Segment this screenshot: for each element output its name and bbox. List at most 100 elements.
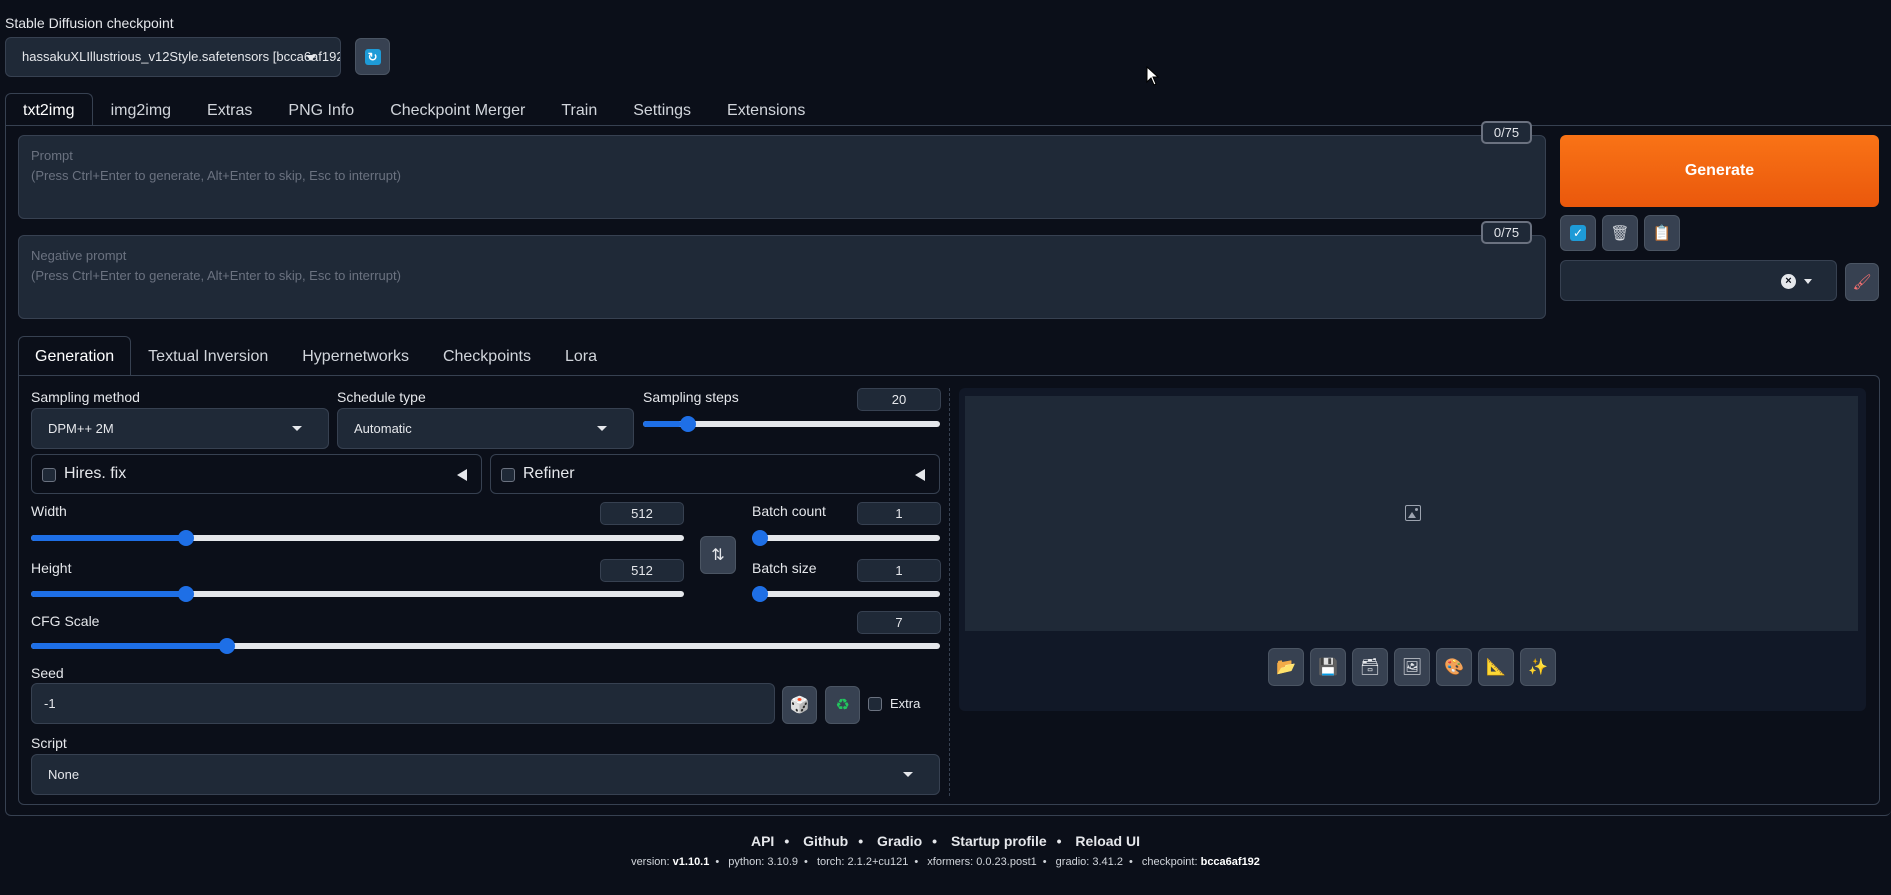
extra-networks-tabs: Generation Textual Inversion Hypernetwor… <box>18 336 614 376</box>
slider-handle[interactable] <box>752 530 768 546</box>
tab-checkpoint-merger[interactable]: Checkpoint Merger <box>372 93 543 126</box>
clear-prompt-button[interactable]: 🗑 <box>1602 215 1638 251</box>
width-number[interactable]: 512 <box>600 502 684 525</box>
ruler-icon: 📐 <box>1486 659 1506 676</box>
tab-extensions[interactable]: Extensions <box>709 93 823 126</box>
tab-settings[interactable]: Settings <box>615 93 709 126</box>
refiner-checkbox[interactable] <box>501 468 515 482</box>
sampling-method-select[interactable]: DPM++ 2M <box>31 408 329 449</box>
schedule-type-select[interactable]: Automatic <box>337 408 634 449</box>
footer-link-gradio[interactable]: Gradio <box>877 833 922 849</box>
python-version: python: 3.10.9 <box>728 856 799 868</box>
sampling-steps-slider[interactable] <box>643 416 940 432</box>
footer-link-api[interactable]: API <box>751 833 774 849</box>
slider-handle[interactable] <box>177 530 194 546</box>
footer-link-github[interactable]: Github <box>803 833 848 849</box>
tab-generation[interactable]: Generation <box>18 336 132 376</box>
refresh-checkpoint-button[interactable]: ↻ <box>355 38 390 75</box>
refiner-accordion[interactable]: Refiner <box>490 454 940 494</box>
footer-link-startup-profile[interactable]: Startup profile <box>951 833 1047 849</box>
cfg-scale-number[interactable]: 7 <box>857 611 941 634</box>
prompt-token-counter: 0/75 <box>1481 121 1532 144</box>
random-seed-button[interactable]: 🎲 <box>782 686 817 724</box>
zip-button[interactable]: 🗃 <box>1352 648 1388 686</box>
checkpoint-label-footer: checkpoint: <box>1141 856 1198 868</box>
tab-textual-inversion[interactable]: Textual Inversion <box>131 336 285 376</box>
slider-fill <box>31 535 182 541</box>
slider-handle[interactable] <box>218 638 235 654</box>
batch-size-label: Batch size <box>752 560 817 576</box>
version-label: version: <box>631 856 670 868</box>
tab-img2img[interactable]: img2img <box>93 93 189 126</box>
open-folder-button[interactable]: 📂 <box>1268 648 1304 686</box>
prompt-placeholder-title: Prompt <box>31 148 73 163</box>
schedule-type-label: Schedule type <box>337 389 426 405</box>
slider-fill <box>31 591 182 597</box>
paintbrush-icon: 🖌 <box>1852 274 1872 291</box>
sampling-steps-number[interactable]: 20 <box>857 388 941 411</box>
tab-extras[interactable]: Extras <box>189 93 270 126</box>
edit-styles-button[interactable]: 🖌 <box>1845 263 1879 301</box>
tab-txt2img[interactable]: txt2img <box>5 93 93 126</box>
footer-link-reload-ui[interactable]: Reload UI <box>1075 833 1140 849</box>
seed-input[interactable]: -1 <box>31 683 775 724</box>
checkpoint-value: hassakuXLIllustrious_v12Style.safetensor… <box>22 49 341 64</box>
trash-icon: 🗑 <box>1610 225 1630 242</box>
chevron-down-icon <box>306 55 316 61</box>
sampling-method-label: Sampling method <box>31 389 140 405</box>
hires-fix-checkbox[interactable] <box>42 468 56 482</box>
torch-version: torch: 2.1.2+cu121 <box>816 856 909 868</box>
save-button[interactable]: 💾 <box>1310 648 1346 686</box>
tab-train[interactable]: Train <box>543 93 615 126</box>
checkbox-checked-icon: ✓ <box>1570 225 1586 241</box>
batch-count-slider[interactable] <box>752 530 940 546</box>
refiner-label: Refiner <box>523 465 575 482</box>
checkpoint-select[interactable]: hassakuXLIllustrious_v12Style.safetensor… <box>5 37 341 77</box>
apply-style-button[interactable]: ✓ <box>1560 215 1596 251</box>
batch-size-slider[interactable] <box>752 586 940 602</box>
height-slider[interactable] <box>31 586 684 602</box>
width-slider[interactable] <box>31 530 684 546</box>
checkpoint-hash: bcca6af192 <box>1200 856 1260 868</box>
tab-png-info[interactable]: PNG Info <box>270 93 372 126</box>
paste-params-button[interactable]: 📋 <box>1644 215 1680 251</box>
reuse-seed-button[interactable]: ♻ <box>825 686 860 724</box>
hires-fix-accordion[interactable]: Hires. fix <box>31 454 482 494</box>
slider-handle[interactable] <box>752 586 768 602</box>
image-send-icon: 🖼 <box>1401 659 1423 676</box>
sparkle-icon: ✨ <box>1528 659 1548 676</box>
slider-handle[interactable] <box>177 586 194 602</box>
tab-checkpoints[interactable]: Checkpoints <box>426 336 548 376</box>
cfg-scale-label: CFG Scale <box>31 613 100 629</box>
slider-handle[interactable] <box>679 416 696 432</box>
save-icon: 💾 <box>1318 659 1338 676</box>
swap-dimensions-button[interactable]: ⇅ <box>700 536 736 574</box>
prompt-input[interactable]: Prompt (Press Ctrl+Enter to generate, Al… <box>18 135 1546 219</box>
send-to-inpaint-button[interactable]: 🎨 <box>1436 648 1472 686</box>
palette-icon: 🎨 <box>1444 659 1464 676</box>
tab-lora[interactable]: Lora <box>548 336 614 376</box>
script-select[interactable]: None <box>31 754 940 795</box>
width-label: Width <box>31 503 67 519</box>
height-number[interactable]: 512 <box>600 559 684 582</box>
refresh-icon: ↻ <box>364 48 381 65</box>
batch-count-label: Batch count <box>752 503 826 519</box>
triangle-left-icon <box>457 469 467 481</box>
zip-icon: 🗃 <box>1359 659 1381 676</box>
cfg-scale-slider[interactable] <box>31 638 940 654</box>
extra-seed-checkbox[interactable] <box>868 697 882 711</box>
upscale-button[interactable]: ✨ <box>1520 648 1556 686</box>
extra-seed-label: Extra <box>890 696 921 711</box>
clear-icon[interactable]: × <box>1781 274 1796 289</box>
styles-dropdown[interactable]: × <box>1560 260 1837 301</box>
slider-fill <box>31 643 222 649</box>
batch-size-number[interactable]: 1 <box>857 559 941 582</box>
version-value[interactable]: v1.10.1 <box>673 856 710 868</box>
send-to-extras-button[interactable]: 📐 <box>1478 648 1514 686</box>
tab-hypernetworks[interactable]: Hypernetworks <box>285 336 426 376</box>
generate-button[interactable]: Generate <box>1560 135 1879 207</box>
seed-label: Seed <box>31 665 64 681</box>
negative-prompt-input[interactable]: Negative prompt (Press Ctrl+Enter to gen… <box>18 235 1546 319</box>
batch-count-number[interactable]: 1 <box>857 502 941 525</box>
send-to-img2img-button[interactable]: 🖼 <box>1394 648 1430 686</box>
